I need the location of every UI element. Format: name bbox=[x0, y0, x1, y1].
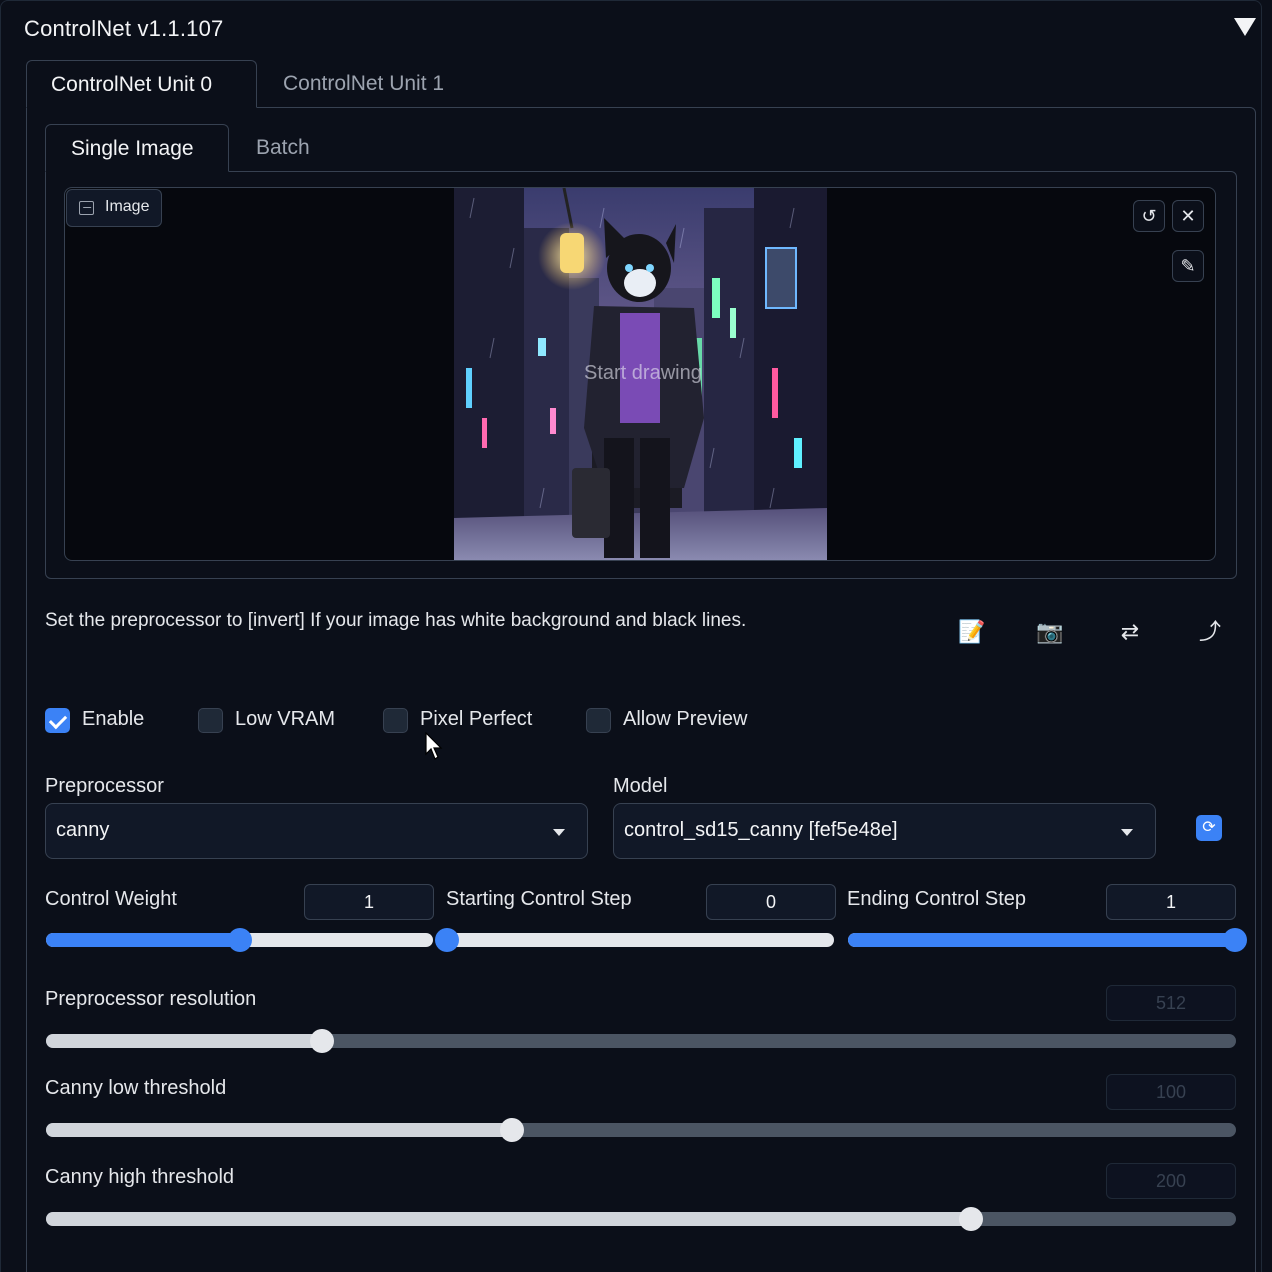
panel-title: ControlNet v1.1.107 bbox=[24, 16, 224, 41]
image-label-text: Image bbox=[105, 198, 150, 215]
model-value: control_sd15_canny [fef5e48e] bbox=[624, 819, 898, 841]
canny-high-label: Canny high threshold bbox=[45, 1166, 235, 1188]
chevron-down-icon bbox=[553, 829, 565, 836]
tab-controlnet-unit-0[interactable]: ControlNet Unit 0 bbox=[26, 60, 257, 108]
preprocessor-resolution-input[interactable]: 512 bbox=[1106, 985, 1236, 1021]
preprocessor-dropdown[interactable]: canny bbox=[45, 803, 588, 859]
image-icon bbox=[79, 201, 94, 215]
low-vram-checkbox-label: Low VRAM bbox=[235, 708, 336, 730]
canny-high-slider-fill bbox=[46, 1212, 971, 1226]
preprocessor-hint: Set the preprocessor to [invert] If your… bbox=[45, 610, 747, 631]
refresh-models-icon[interactable]: ⟳ bbox=[1196, 815, 1222, 841]
ending-step-slider-fill bbox=[848, 933, 1235, 947]
low-vram-checkbox[interactable]: Low VRAM bbox=[198, 706, 348, 736]
model-dropdown[interactable]: control_sd15_canny [fef5e48e] bbox=[613, 803, 1156, 859]
start-drawing-hint: Start drawing bbox=[584, 362, 702, 384]
allow-preview-checkbox[interactable]: Allow Preview bbox=[586, 706, 766, 736]
starting-step-slider-thumb[interactable] bbox=[435, 928, 459, 952]
allow-preview-checkbox-label: Allow Preview bbox=[623, 708, 748, 730]
allow-preview-checkbox-box[interactable] bbox=[586, 708, 611, 733]
enable-checkbox-label: Enable bbox=[82, 708, 145, 730]
close-icon[interactable]: ✕ bbox=[1172, 200, 1204, 232]
model-label: Model bbox=[613, 775, 668, 797]
ending-step-slider[interactable] bbox=[848, 928, 1247, 952]
canny-low-input[interactable]: 100 bbox=[1106, 1074, 1236, 1110]
new-canvas-icon[interactable]: 📝 bbox=[958, 618, 986, 646]
pixel-perfect-checkbox-label: Pixel Perfect bbox=[420, 708, 533, 730]
mouse-cursor-icon bbox=[425, 732, 443, 760]
pixel-perfect-checkbox-box[interactable] bbox=[383, 708, 408, 733]
canny-low-slider-fill bbox=[46, 1123, 513, 1137]
canny-low-slider[interactable] bbox=[46, 1118, 1236, 1142]
collapse-triangle-icon[interactable] bbox=[1234, 18, 1256, 36]
starting-step-input[interactable]: 0 bbox=[706, 884, 836, 920]
control-weight-label: Control Weight bbox=[45, 888, 177, 910]
preprocessor-label: Preprocessor bbox=[45, 775, 164, 797]
control-weight-slider[interactable] bbox=[46, 928, 433, 952]
pixel-perfect-checkbox[interactable]: Pixel Perfect bbox=[383, 706, 553, 736]
control-weight-slider-fill bbox=[46, 933, 240, 947]
swap-icon[interactable]: ⇄ bbox=[1116, 618, 1144, 646]
preprocessor-value: canny bbox=[56, 819, 110, 841]
chevron-down-icon bbox=[1121, 829, 1133, 836]
low-vram-checkbox-box[interactable] bbox=[198, 708, 223, 733]
controlnet-panel: ControlNet v1.1.107 ControlNet Unit 0 Co… bbox=[0, 0, 1272, 1272]
camera-icon[interactable]: 📷 bbox=[1036, 618, 1064, 646]
send-dimensions-icon[interactable]: ⤴ bbox=[1196, 618, 1224, 646]
tab-single-image[interactable]: Single Image bbox=[45, 124, 229, 172]
undo-icon[interactable]: ↺ bbox=[1133, 200, 1165, 232]
preprocessor-resolution-slider[interactable] bbox=[46, 1029, 1236, 1053]
brush-icon[interactable]: ✎ bbox=[1172, 250, 1204, 282]
canny-high-slider[interactable] bbox=[46, 1207, 1236, 1231]
image-label: Image bbox=[66, 189, 163, 227]
enable-checkbox[interactable]: Enable bbox=[45, 706, 165, 736]
tab-controlnet-unit-1[interactable]: ControlNet Unit 1 bbox=[259, 60, 468, 108]
canny-high-slider-thumb[interactable] bbox=[958, 1207, 983, 1231]
control-weight-slider-thumb[interactable] bbox=[227, 928, 252, 952]
ending-step-label: Ending Control Step bbox=[847, 888, 1027, 910]
tab-batch[interactable]: Batch bbox=[231, 124, 335, 172]
preprocessor-resolution-label: Preprocessor resolution bbox=[45, 988, 257, 1010]
ending-step-input[interactable]: 1 bbox=[1106, 884, 1236, 920]
starting-step-label: Starting Control Step bbox=[446, 888, 632, 910]
canny-low-label: Canny low threshold bbox=[45, 1077, 227, 1099]
enable-checkbox-box[interactable] bbox=[45, 708, 70, 733]
control-weight-input[interactable]: 1 bbox=[304, 884, 434, 920]
ending-step-slider-thumb[interactable] bbox=[1223, 928, 1247, 952]
preprocessor-resolution-slider-thumb[interactable] bbox=[310, 1029, 335, 1053]
canny-high-input[interactable]: 200 bbox=[1106, 1163, 1236, 1199]
preprocessor-resolution-slider-fill bbox=[46, 1034, 323, 1048]
starting-step-slider[interactable] bbox=[435, 928, 834, 952]
